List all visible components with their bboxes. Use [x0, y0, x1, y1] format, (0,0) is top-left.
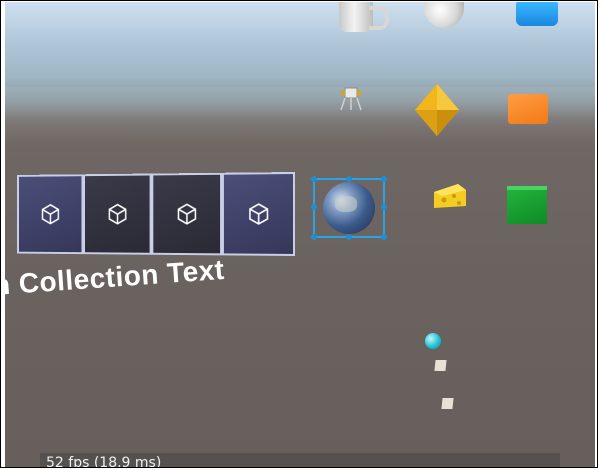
- soccer-ball-object[interactable]: [424, 2, 464, 28]
- orange-box-object[interactable]: [508, 94, 548, 124]
- bounding-box-handle[interactable]: [311, 204, 317, 210]
- collection-tile[interactable]: [17, 174, 84, 255]
- collection-tile[interactable]: [151, 172, 222, 256]
- octahedron-object[interactable]: [413, 84, 461, 136]
- horizon: [5, 87, 595, 127]
- bounding-box-handle[interactable]: [346, 176, 352, 182]
- cube-icon: [105, 202, 129, 227]
- bounding-box-handle[interactable]: [311, 234, 317, 240]
- small-square-object[interactable]: [441, 398, 454, 409]
- 3d-viewport[interactable]: n Collection Text 52 fps (18.9 ms): [5, 2, 595, 468]
- button-collection-panel: [17, 172, 295, 264]
- bounding-box-handle[interactable]: [346, 234, 352, 240]
- bounding-box-handle[interactable]: [381, 204, 387, 210]
- collection-tile[interactable]: [221, 172, 295, 256]
- fps-readout: 52 fps (18.9 ms): [46, 455, 162, 468]
- blue-box-object[interactable]: [516, 2, 558, 26]
- fps-overlay: 52 fps (18.9 ms): [40, 453, 560, 468]
- cube-icon: [246, 201, 271, 227]
- mug-object[interactable]: [339, 2, 373, 32]
- cheese-object[interactable]: [432, 182, 468, 210]
- bounding-box-handle[interactable]: [381, 234, 387, 240]
- lunar-lander-object[interactable]: [338, 84, 364, 112]
- mug-handle: [369, 6, 389, 30]
- green-cube-object[interactable]: [507, 186, 547, 224]
- bounding-box-handle[interactable]: [311, 176, 317, 182]
- collection-tile[interactable]: [83, 173, 152, 255]
- cyan-sphere-object[interactable]: [425, 333, 441, 349]
- bounding-box-handle[interactable]: [381, 176, 387, 182]
- cube-icon: [174, 201, 198, 226]
- small-square-object[interactable]: [434, 360, 447, 371]
- bounding-box[interactable]: [311, 176, 387, 240]
- cube-icon: [39, 202, 62, 227]
